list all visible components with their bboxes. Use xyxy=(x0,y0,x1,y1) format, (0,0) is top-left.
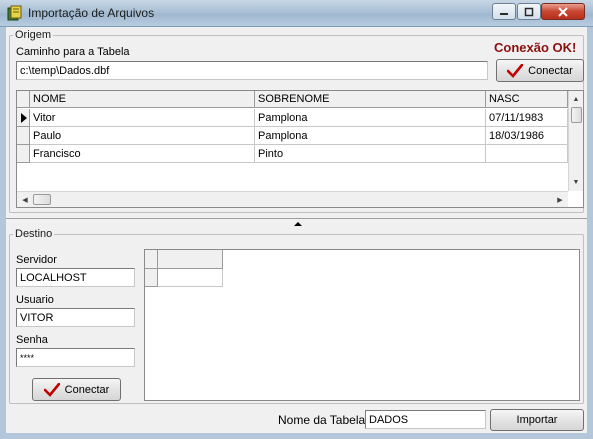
row-indicator[interactable] xyxy=(17,145,30,163)
window-frame-right xyxy=(587,27,593,439)
user-input[interactable] xyxy=(16,308,135,327)
connection-status: Conexão OK! xyxy=(494,40,577,55)
table-name-label: Nome da Tabela xyxy=(278,413,366,427)
splitter-arrow-icon[interactable] xyxy=(293,221,303,227)
horizontal-scroll-thumb[interactable] xyxy=(33,194,51,205)
window-frame-bottom xyxy=(0,433,593,439)
user-label: Usuario xyxy=(16,294,54,306)
title-bar[interactable]: Importação de Arquivos xyxy=(0,0,593,27)
column-header-empty[interactable] xyxy=(158,250,223,269)
row-pointer-icon xyxy=(21,113,27,123)
server-input[interactable] xyxy=(16,268,135,287)
destino-group-label: Destino xyxy=(13,228,55,240)
table-cell[interactable]: Pamplona xyxy=(255,109,486,127)
grid-vertical-scrollbar[interactable]: ▲ ▼ xyxy=(568,91,583,191)
column-header-sobrenome[interactable]: SOBRENOME xyxy=(255,91,486,108)
table-cell[interactable]: 18/03/1986 xyxy=(486,127,568,145)
column-header-nasc[interactable]: NASC xyxy=(486,91,568,108)
minimize-icon xyxy=(500,12,508,15)
row-indicator[interactable] xyxy=(17,109,30,127)
app-icon xyxy=(7,5,22,21)
grid-corner xyxy=(17,91,30,108)
row-indicator[interactable] xyxy=(17,127,30,145)
scroll-right-icon[interactable]: ▶ xyxy=(553,193,567,207)
password-input[interactable] xyxy=(16,348,135,367)
row-indicator[interactable] xyxy=(145,269,158,287)
source-data-grid[interactable]: NOME SOBRENOME NASC Vitor Pamplona 07/11… xyxy=(16,90,584,208)
path-label: Caminho para a Tabela xyxy=(16,46,130,58)
password-label: Senha xyxy=(16,334,48,346)
table-cell[interactable]: Pamplona xyxy=(255,127,486,145)
import-label: Importar xyxy=(516,414,558,426)
table-cell[interactable]: Paulo xyxy=(30,127,255,145)
table-cell[interactable] xyxy=(486,145,568,163)
table-cell[interactable]: Pinto xyxy=(255,145,486,163)
table-cell[interactable] xyxy=(158,269,223,287)
import-button[interactable]: Importar xyxy=(490,409,584,431)
close-button[interactable] xyxy=(541,3,585,20)
column-header-nome[interactable]: NOME xyxy=(30,91,255,108)
table-name-input[interactable] xyxy=(365,410,486,429)
check-icon xyxy=(507,63,524,78)
table-cell[interactable]: Vitor xyxy=(30,109,255,127)
check-icon xyxy=(43,382,60,397)
panel-splitter[interactable] xyxy=(6,215,587,227)
table-cell[interactable]: 07/11/1983 xyxy=(486,109,568,127)
table-cell[interactable]: Francisco xyxy=(30,145,255,163)
destination-data-grid[interactable] xyxy=(144,249,580,401)
window-title: Importação de Arquivos xyxy=(28,6,155,20)
destino-connect-label: Conectar xyxy=(64,383,110,396)
destino-connect-button[interactable]: Conectar xyxy=(32,378,121,401)
maximize-icon xyxy=(524,7,534,16)
origem-connect-button[interactable]: Conectar xyxy=(496,59,584,82)
splitter-line xyxy=(6,218,587,219)
close-icon xyxy=(558,6,568,17)
minimize-button[interactable] xyxy=(492,3,516,20)
scroll-up-icon[interactable]: ▲ xyxy=(569,92,583,106)
maximize-button[interactable] xyxy=(517,3,541,20)
path-input[interactable] xyxy=(16,61,488,80)
scroll-down-icon[interactable]: ▼ xyxy=(569,175,583,189)
origem-connect-label: Conectar xyxy=(528,64,573,77)
grid-corner xyxy=(145,250,158,269)
origem-group-label: Origem xyxy=(13,29,54,41)
grid-horizontal-scrollbar[interactable]: ◀ ▶ xyxy=(17,191,568,207)
vertical-scroll-thumb[interactable] xyxy=(571,107,582,123)
scroll-left-icon[interactable]: ◀ xyxy=(18,193,32,207)
server-label: Servidor xyxy=(16,254,57,266)
